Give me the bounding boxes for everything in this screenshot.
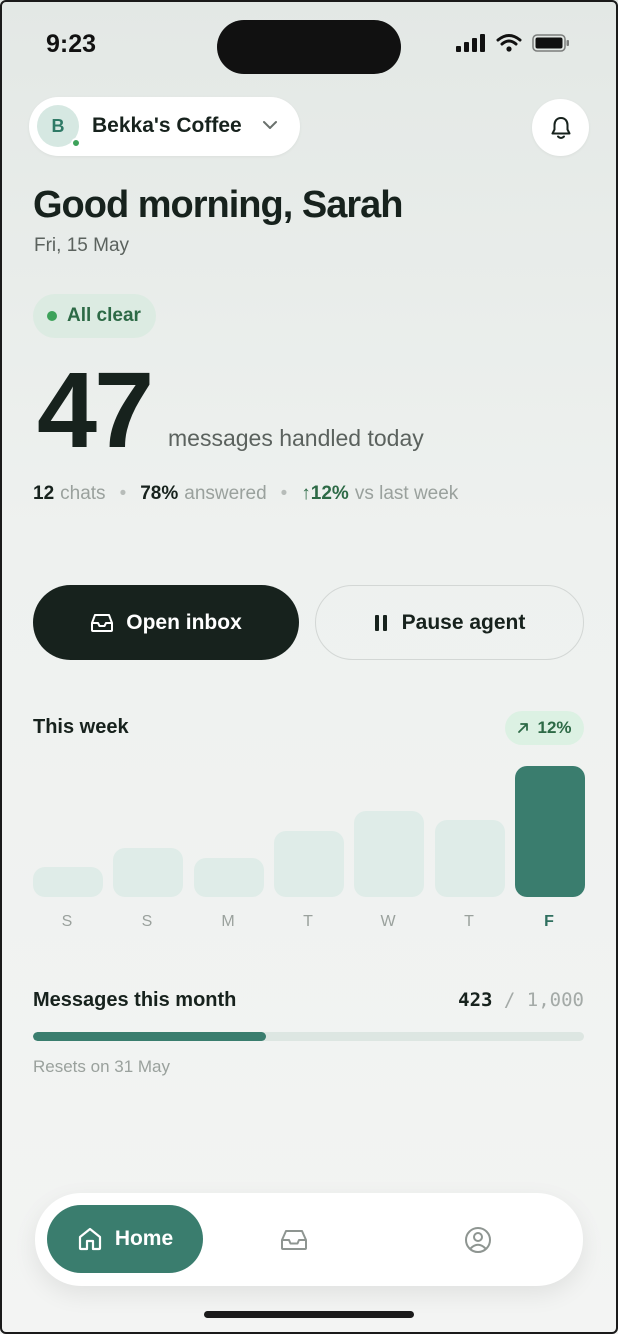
week-chart-title: This week (33, 716, 129, 738)
stats-row: 12 chats • 78% answered • ↑12% vs last w… (33, 483, 458, 505)
pause-agent-label: Pause agent (401, 610, 526, 634)
answered-label: answered (184, 483, 267, 504)
bottom-nav: Home (35, 1193, 583, 1286)
online-status-dot (71, 138, 81, 148)
nav-home-tab[interactable]: Home (47, 1205, 203, 1273)
stats-separator: • (280, 483, 288, 504)
home-indicator (204, 1311, 414, 1318)
status-dot (47, 311, 57, 321)
messages-count: 47 (37, 349, 154, 470)
profile-icon (465, 1227, 491, 1253)
bell-icon (551, 116, 570, 139)
business-name: Bekka's Coffee (92, 114, 242, 137)
week-day-label: T (464, 913, 475, 930)
status-badge: All clear (33, 294, 156, 338)
month-progress-fill (33, 1032, 267, 1041)
status-badge-label: All clear (67, 305, 141, 326)
status-time: 9:23 (46, 30, 97, 58)
trend-value: ↑12% (301, 483, 349, 504)
nav-home-label: Home (114, 1227, 174, 1250)
month-usage-count: 423 / 1,000 (458, 989, 584, 1011)
week-day-label: W (380, 913, 397, 930)
week-bar (194, 858, 264, 897)
current-date: Fri, 15 May (34, 235, 130, 256)
week-change-badge: 12% (505, 711, 584, 745)
week-day-label: F (544, 913, 555, 930)
inbox-icon (91, 613, 114, 632)
stats-separator: • (119, 483, 127, 504)
nav-inbox-tab[interactable] (275, 1224, 313, 1256)
business-switcher[interactable]: B Bekka's Coffee (29, 97, 300, 156)
week-day-label: S (141, 913, 154, 930)
chats-value: 12 (33, 483, 55, 504)
week-bar (274, 831, 344, 897)
greeting-title: Good morning, Sarah (33, 184, 403, 226)
dynamic-island (217, 20, 401, 74)
pause-agent-button[interactable]: Pause agent (315, 585, 584, 660)
week-bar (113, 848, 183, 897)
week-day-label: T (303, 913, 314, 930)
pause-icon (374, 614, 387, 631)
nav-profile-tab[interactable] (459, 1221, 497, 1259)
month-used-value: 423 (458, 989, 493, 1011)
resets-note: Resets on 31 May (33, 1057, 171, 1076)
signal-icon (456, 34, 485, 52)
wifi-icon (496, 34, 522, 52)
open-inbox-button[interactable]: Open inbox (33, 585, 299, 660)
battery-icon (532, 34, 569, 52)
week-bar (354, 811, 424, 897)
messages-caption: messages handled today (168, 425, 424, 451)
open-inbox-label: Open inbox (126, 610, 242, 634)
home-icon (78, 1227, 101, 1251)
week-change-value: 12% (537, 718, 572, 737)
trend-label: vs last week (354, 483, 459, 504)
week-bar (435, 820, 505, 897)
month-limit-value: / 1,000 (503, 989, 584, 1011)
week-bar (33, 867, 103, 897)
chats-label: chats (60, 483, 106, 504)
week-bar (515, 766, 585, 897)
week-day-label: S (61, 913, 74, 930)
month-usage-title: Messages this month (33, 989, 237, 1011)
status-icons (456, 33, 570, 53)
chevron-down-icon (263, 121, 277, 129)
arrow-up-right-icon (518, 723, 529, 733)
week-day-label: M (221, 913, 236, 930)
month-progress-track (33, 1032, 584, 1041)
inbox-icon (281, 1230, 307, 1250)
notifications-button[interactable] (532, 99, 589, 156)
answered-value: 78% (140, 483, 179, 504)
